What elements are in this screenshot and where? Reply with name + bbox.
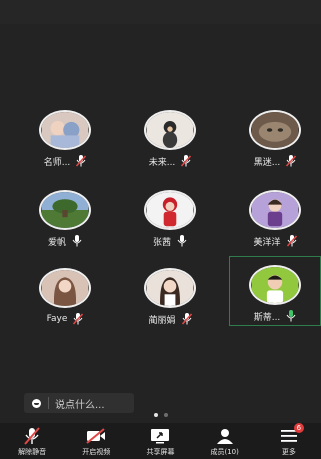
chat-input[interactable]: 说点什么... — [24, 393, 134, 413]
share-screen-icon — [151, 429, 170, 444]
avatar — [249, 110, 301, 150]
share-screen-button[interactable]: 共享屏幕 — [130, 423, 190, 459]
mic-speaking-icon — [286, 310, 296, 322]
mic-on-icon — [177, 235, 187, 247]
page-dot-active[interactable] — [153, 413, 158, 417]
participant-name: 黑迷... — [253, 157, 281, 168]
start-video-label: 开启视频 — [82, 448, 111, 456]
participant-name: 爱帆 — [47, 237, 66, 248]
unmute-label: 解除静音 — [18, 448, 47, 456]
members-icon — [216, 429, 233, 444]
participant-tile[interactable]: 爱帆 — [17, 180, 113, 250]
participant-name: Faye — [46, 314, 68, 324]
mic-muted-icon — [76, 155, 87, 167]
bottom-toolbar: 解除静音 开启视频 共享屏幕 成员(10) 6 更多 — [0, 423, 321, 459]
participant-name: 斯蒂... — [253, 312, 281, 323]
divider — [48, 397, 49, 409]
share-screen-label: 共享屏幕 — [146, 448, 175, 456]
avatar — [249, 190, 301, 230]
participant-tile[interactable]: 未来... — [122, 100, 218, 170]
members-button[interactable]: 成员(10) — [195, 423, 255, 459]
avatar — [39, 110, 91, 150]
avatar — [39, 190, 91, 230]
more-button[interactable]: 6 更多 — [259, 423, 319, 459]
mic-on-icon — [72, 235, 82, 247]
page-indicator — [0, 413, 321, 417]
avatar — [144, 190, 196, 230]
participant-tile[interactable]: 蔺丽娟 — [122, 258, 218, 328]
participant-name: 美洋洋 — [253, 237, 281, 248]
mic-muted-icon — [286, 235, 297, 247]
avatar — [39, 268, 91, 308]
notification-badge: 6 — [293, 423, 304, 433]
start-video-button[interactable]: 开启视频 — [66, 423, 126, 459]
chat-placeholder: 说点什么... — [55, 399, 105, 411]
participant-name: 未来... — [148, 157, 176, 168]
mic-muted-icon — [73, 313, 84, 325]
participant-name: 蔺丽娟 — [148, 315, 176, 326]
avatar — [144, 110, 196, 150]
status-bar — [0, 0, 321, 24]
participant-tile[interactable]: 张茜 — [122, 180, 218, 250]
mic-muted-icon — [286, 155, 297, 167]
avatar — [144, 268, 196, 308]
participant-tile[interactable]: 美洋洋 — [227, 180, 321, 250]
mic-muted-icon — [181, 155, 192, 167]
participant-tile-active-speaker[interactable]: 斯蒂... — [229, 256, 321, 326]
participant-tile[interactable]: 名师... — [17, 100, 113, 170]
avatar — [249, 265, 301, 305]
meeting-screen: 名师... 未来... 黑迷... 爱帆 张茜 美洋洋 Faye 蔺丽娟 斯蒂.… — [0, 0, 321, 459]
participant-name: 名师... — [43, 157, 71, 168]
mic-muted-icon — [181, 313, 192, 325]
video-off-icon — [86, 428, 106, 444]
participant-name: 张茜 — [152, 237, 171, 248]
emoji-icon[interactable] — [32, 398, 41, 408]
page-dot[interactable] — [163, 413, 168, 417]
participant-tile[interactable]: Faye — [17, 258, 113, 328]
mic-off-icon — [24, 427, 40, 445]
members-label: 成员(10) — [210, 448, 239, 456]
participant-tile[interactable]: 黑迷... — [227, 100, 321, 170]
unmute-button[interactable]: 解除静音 — [2, 423, 62, 459]
more-label: 更多 — [281, 448, 296, 456]
